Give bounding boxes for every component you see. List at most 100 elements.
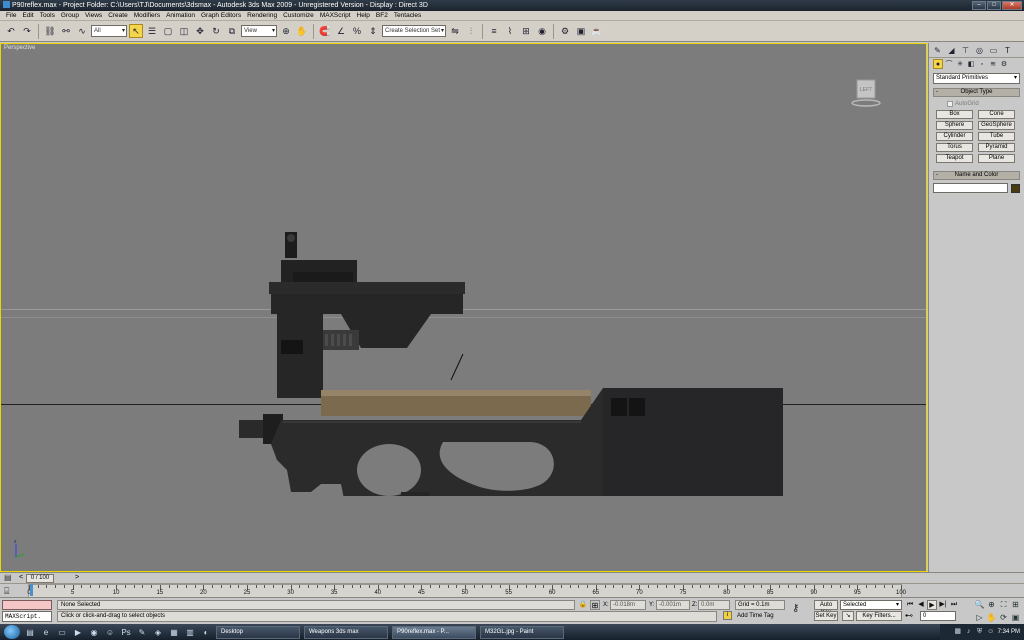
- cylinder-button[interactable]: Cylinder: [936, 132, 973, 141]
- absolute-mode-icon[interactable]: ⊞: [590, 600, 600, 610]
- network-icon[interactable]: ▦: [954, 628, 962, 636]
- cameras-icon[interactable]: ◧: [966, 59, 976, 69]
- select-and-link-icon[interactable]: ⛓: [43, 24, 57, 38]
- align-icon[interactable]: ⫶: [464, 24, 478, 38]
- systems-icon[interactable]: ⚙: [999, 59, 1009, 69]
- firefox-icon[interactable]: ◉: [88, 627, 100, 638]
- track-bar-ruler[interactable]: 0 5 10 15 20 25 30 35 40 45 50 55 60 65 70 75 80 85 90 95 10…: [27, 584, 906, 598]
- minimize-button[interactable]: –: [972, 1, 986, 10]
- add-time-tag-button[interactable]: Add Time Tag: [735, 611, 787, 622]
- schematic-view-icon[interactable]: ⊞: [519, 24, 533, 38]
- angle-snap-icon[interactable]: ∠: [334, 24, 348, 38]
- object-color-swatch[interactable]: [1011, 183, 1020, 193]
- 3dsmax-taskbar-icon[interactable]: ◈: [152, 627, 164, 638]
- perspective-viewport[interactable]: Perspective LEFT z: [0, 43, 927, 572]
- reference-coordinate-dropdown[interactable]: View: [241, 25, 277, 37]
- box-button[interactable]: Box: [936, 110, 973, 119]
- menu-help[interactable]: Help: [354, 11, 373, 20]
- field-of-view-icon[interactable]: ▷: [974, 612, 985, 623]
- maxscript-mini-listener[interactable]: MAXScript.: [2, 611, 52, 622]
- menu-animation[interactable]: Animation: [163, 11, 198, 20]
- current-frame-marker[interactable]: [30, 584, 33, 596]
- rendered-frame-window-icon[interactable]: ▣: [574, 24, 588, 38]
- menu-views[interactable]: Views: [82, 11, 105, 20]
- mini-curve-editor-icon[interactable]: ▤: [4, 574, 16, 582]
- play-icon[interactable]: ▶: [927, 600, 937, 610]
- volume-icon[interactable]: ♪: [965, 628, 973, 636]
- space-warps-icon[interactable]: ≋: [988, 59, 998, 69]
- utilities-tab-icon[interactable]: T: [1001, 45, 1014, 56]
- menu-edit[interactable]: Edit: [19, 11, 36, 20]
- primitive-category-dropdown[interactable]: Standard Primitives: [933, 73, 1020, 84]
- bind-to-spacewarp-icon[interactable]: ∿: [75, 24, 89, 38]
- security-icon[interactable]: ⛨: [976, 628, 984, 636]
- messenger-icon[interactable]: ☺: [104, 627, 116, 638]
- tube-button[interactable]: Tube: [978, 132, 1015, 141]
- menu-bf2[interactable]: BF2: [373, 11, 391, 20]
- taskbar-3dsmax[interactable]: P90reflex.max - P...: [392, 625, 476, 639]
- geosphere-button[interactable]: GeoSphere: [978, 121, 1015, 130]
- unlink-icon[interactable]: ⚯: [59, 24, 73, 38]
- maxscript-listener-output[interactable]: [2, 600, 52, 610]
- menu-customize[interactable]: Customize: [280, 11, 317, 20]
- named-selection-sets-dropdown[interactable]: Create Selection Set: [382, 25, 446, 37]
- menu-modifiers[interactable]: Modifiers: [131, 11, 163, 20]
- window-crossing-icon[interactable]: ◫: [177, 24, 191, 38]
- manipulate-icon[interactable]: ✋: [295, 24, 309, 38]
- shapes-icon[interactable]: ⌒: [944, 59, 954, 69]
- key-filter-selection-dropdown[interactable]: Selected: [840, 600, 902, 610]
- close-button[interactable]: ✕: [1002, 1, 1022, 10]
- taskbar-weapons-folder[interactable]: Weapons 3ds max: [304, 625, 388, 639]
- p90-weapon-model[interactable]: [231, 230, 791, 496]
- x-coordinate-field[interactable]: -0.018m: [610, 600, 646, 610]
- zoom-icon[interactable]: 🔍: [974, 599, 985, 610]
- select-and-scale-icon[interactable]: ⧉: [225, 24, 239, 38]
- paint-icon[interactable]: ✎: [136, 627, 148, 638]
- modify-tab-icon[interactable]: ◢: [945, 45, 958, 56]
- menu-file[interactable]: File: [3, 11, 19, 20]
- autogrid-checkbox[interactable]: AutoGrid: [947, 99, 1024, 108]
- select-by-name-icon[interactable]: ☰: [145, 24, 159, 38]
- show-desktop-icon[interactable]: ▤: [24, 627, 36, 638]
- quick-render-icon[interactable]: ☕: [590, 24, 604, 38]
- taskbar-desktop[interactable]: Desktop: [216, 625, 300, 639]
- menu-rendering[interactable]: Rendering: [244, 11, 280, 20]
- zoom-extents-icon[interactable]: ⛶: [998, 599, 1009, 610]
- viewport-label[interactable]: Perspective: [4, 45, 35, 51]
- key-filters-button[interactable]: Key Filters...: [856, 611, 902, 621]
- menu-tools[interactable]: Tools: [37, 11, 58, 20]
- time-slider-next-arrow[interactable]: >: [75, 574, 79, 581]
- object-type-rollout[interactable]: - Object Type: [933, 88, 1020, 97]
- pan-icon[interactable]: ✋: [986, 612, 997, 623]
- percent-snap-icon[interactable]: %: [350, 24, 364, 38]
- selection-filter-dropdown[interactable]: All: [91, 25, 127, 37]
- viewcube[interactable]: LEFT: [851, 78, 881, 108]
- chat-icon[interactable]: ☺: [987, 628, 995, 636]
- clock[interactable]: 7:34 PM: [998, 629, 1020, 635]
- selection-lock-icon[interactable]: 🔒: [578, 600, 588, 610]
- select-and-move-icon[interactable]: ✥: [193, 24, 207, 38]
- lights-icon[interactable]: ✳: [955, 59, 965, 69]
- menu-group[interactable]: Group: [58, 11, 82, 20]
- curve-editor-icon[interactable]: ⌇: [503, 24, 517, 38]
- maximize-button[interactable]: □: [987, 1, 1001, 10]
- pivot-center-icon[interactable]: ⊕: [279, 24, 293, 38]
- select-object-icon[interactable]: ↖: [129, 24, 143, 38]
- track-bar-icon[interactable]: ⌸: [4, 586, 14, 596]
- auto-key-button[interactable]: Auto Key: [814, 600, 838, 616]
- mirror-icon[interactable]: ⇋: [448, 24, 462, 38]
- teapot-button[interactable]: Teapot: [936, 154, 973, 163]
- maximize-viewport-icon[interactable]: ▣: [1010, 612, 1021, 623]
- time-slider-thumb[interactable]: 0 / 100: [26, 574, 54, 583]
- snaps-toggle-icon[interactable]: 🧲: [318, 24, 332, 38]
- y-coordinate-field[interactable]: -0.001m: [656, 600, 690, 610]
- set-key-button[interactable]: Set Key: [814, 611, 838, 621]
- helpers-icon[interactable]: ▫: [977, 59, 987, 69]
- menu-tentacles[interactable]: Tentacles: [391, 11, 424, 20]
- object-name-input[interactable]: [933, 183, 1008, 193]
- redo-icon[interactable]: ↷: [20, 24, 34, 38]
- zoom-all-icon[interactable]: ⊕: [986, 599, 997, 610]
- cone-button[interactable]: Cone: [978, 110, 1015, 119]
- rectangular-selection-icon[interactable]: ▢: [161, 24, 175, 38]
- z-coordinate-field[interactable]: 0.0m: [698, 600, 730, 610]
